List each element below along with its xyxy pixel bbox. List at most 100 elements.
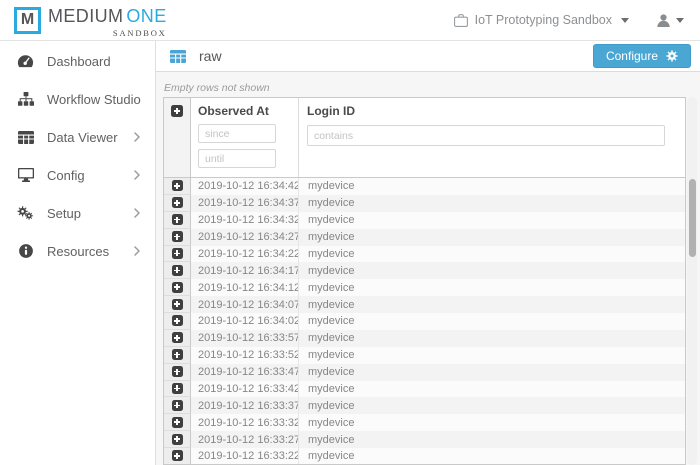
brand-subtitle: SANDBOX [48, 28, 167, 38]
sidebar-item-label: Dashboard [47, 54, 140, 69]
login-id-cell: mydevice [299, 381, 685, 398]
login-id-cell: mydevice [299, 414, 685, 431]
sidebar-item-resources[interactable]: Resources [0, 232, 155, 270]
expand-row-button[interactable] [172, 450, 183, 461]
expand-row-button[interactable] [172, 383, 183, 394]
expand-row-button[interactable] [172, 299, 183, 310]
table-row: 2019-10-12 16:34:42 mydevice [164, 178, 685, 195]
row-expand-cell [164, 212, 191, 229]
sidebar-item-label: Workflow Studio [47, 92, 141, 107]
desktop-icon [16, 168, 35, 182]
observed-at-cell: 2019-10-12 16:33:47 [191, 364, 299, 381]
brand-name: MEDIUMONE SANDBOX [48, 3, 167, 38]
column-login-id: Login ID [299, 98, 685, 177]
expand-all-button[interactable] [171, 105, 183, 117]
observed-at-cell: 2019-10-12 16:33:37 [191, 397, 299, 414]
observed-at-cell: 2019-10-12 16:33:42 [191, 381, 299, 398]
expand-row-button[interactable] [172, 265, 183, 276]
row-expand-cell [164, 262, 191, 279]
expand-row-button[interactable] [172, 248, 183, 259]
info-icon [16, 244, 35, 258]
observed-at-cell: 2019-10-12 16:34:07 [191, 296, 299, 313]
observed-at-cell: 2019-10-12 16:34:12 [191, 279, 299, 296]
login-id-cell: mydevice [299, 313, 685, 330]
login-id-cell: mydevice [299, 229, 685, 246]
login-id-cell: mydevice [299, 364, 685, 381]
login-id-cell: mydevice [299, 212, 685, 229]
since-filter-input[interactable] [198, 124, 276, 143]
caret-down-icon [676, 18, 684, 23]
sidebar-item-setup[interactable]: Setup [0, 194, 155, 232]
scrollbar-thumb[interactable] [689, 179, 696, 257]
table-icon [16, 131, 35, 144]
observed-at-cell: 2019-10-12 16:33:32 [191, 414, 299, 431]
table-row: 2019-10-12 16:33:42 mydevice [164, 381, 685, 398]
expand-row-button[interactable] [172, 315, 183, 326]
expand-row-button[interactable] [172, 400, 183, 411]
table-row: 2019-10-12 16:34:27 mydevice [164, 229, 685, 246]
table-row: 2019-10-12 16:34:37 mydevice [164, 195, 685, 212]
dashboard-icon [16, 54, 35, 68]
configure-button[interactable]: Configure [593, 44, 691, 68]
expand-row-button[interactable] [172, 282, 183, 293]
observed-at-cell: 2019-10-12 16:34:17 [191, 262, 299, 279]
page-header: raw Configure [156, 41, 700, 72]
row-expand-cell [164, 364, 191, 381]
sidebar-item-label: Data Viewer [47, 130, 134, 145]
table-row: 2019-10-12 16:33:27 mydevice [164, 431, 685, 448]
row-expand-cell [164, 229, 191, 246]
sidebar-item-dashboard[interactable]: Dashboard [0, 42, 155, 80]
login-id-cell: mydevice [299, 330, 685, 347]
sidebar-item-label: Setup [47, 206, 134, 221]
column-observed-at: Observed At [191, 98, 299, 177]
login-id-cell: mydevice [299, 347, 685, 364]
workspace-selector[interactable]: IoT Prototyping Sandbox [454, 13, 629, 27]
login-id-cell: mydevice [299, 397, 685, 414]
expand-row-button[interactable] [172, 231, 183, 242]
expand-row-button[interactable] [172, 366, 183, 377]
contains-filter-input[interactable] [307, 125, 665, 146]
expand-row-button[interactable] [172, 434, 183, 445]
briefcase-icon [454, 14, 468, 27]
observed-at-cell: 2019-10-12 16:33:22 [191, 448, 299, 465]
until-filter-input[interactable] [198, 149, 276, 168]
observed-at-cell: 2019-10-12 16:34:02 [191, 313, 299, 330]
row-expand-cell [164, 448, 191, 465]
table-header: Observed At Login ID [164, 98, 685, 178]
header-expand-cell [164, 98, 191, 177]
user-icon [657, 14, 670, 27]
expand-row-button[interactable] [172, 197, 183, 208]
user-menu[interactable] [657, 14, 684, 27]
table-scrollbar[interactable] [687, 97, 697, 465]
observed-at-cell: 2019-10-12 16:33:57 [191, 330, 299, 347]
brand-logo: M MEDIUMONE SANDBOX [14, 3, 167, 38]
chevron-right-icon [134, 208, 140, 218]
caret-down-icon [621, 18, 629, 23]
gear-icon [666, 50, 678, 62]
table-row: 2019-10-12 16:34:12 mydevice [164, 279, 685, 296]
data-table: Observed At Login ID 2019-10-12 16:34:42… [163, 97, 686, 465]
row-expand-cell [164, 397, 191, 414]
row-expand-cell [164, 279, 191, 296]
row-expand-cell [164, 414, 191, 431]
table-icon [170, 50, 186, 63]
main-content: raw Configure Empty rows not shown Obser… [156, 41, 700, 465]
sidebar-item-config[interactable]: Config [0, 156, 155, 194]
login-id-cell: mydevice [299, 279, 685, 296]
row-expand-cell [164, 296, 191, 313]
expand-row-button[interactable] [172, 214, 183, 225]
gears-icon [16, 206, 35, 221]
expand-row-button[interactable] [172, 349, 183, 360]
expand-row-button[interactable] [172, 332, 183, 343]
sidebar-item-data-viewer[interactable]: Data Viewer [0, 118, 155, 156]
expand-row-button[interactable] [172, 180, 183, 191]
column-header-observed-at: Observed At [198, 104, 291, 118]
login-id-cell: mydevice [299, 178, 685, 195]
row-expand-cell [164, 313, 191, 330]
chevron-right-icon [134, 246, 140, 256]
expand-row-button[interactable] [172, 417, 183, 428]
brand-name-one: ONE [126, 6, 166, 26]
sidebar-item-workflow-studio[interactable]: Workflow Studio [0, 80, 155, 118]
row-expand-cell [164, 246, 191, 263]
sidebar-item-label: Resources [47, 244, 134, 259]
